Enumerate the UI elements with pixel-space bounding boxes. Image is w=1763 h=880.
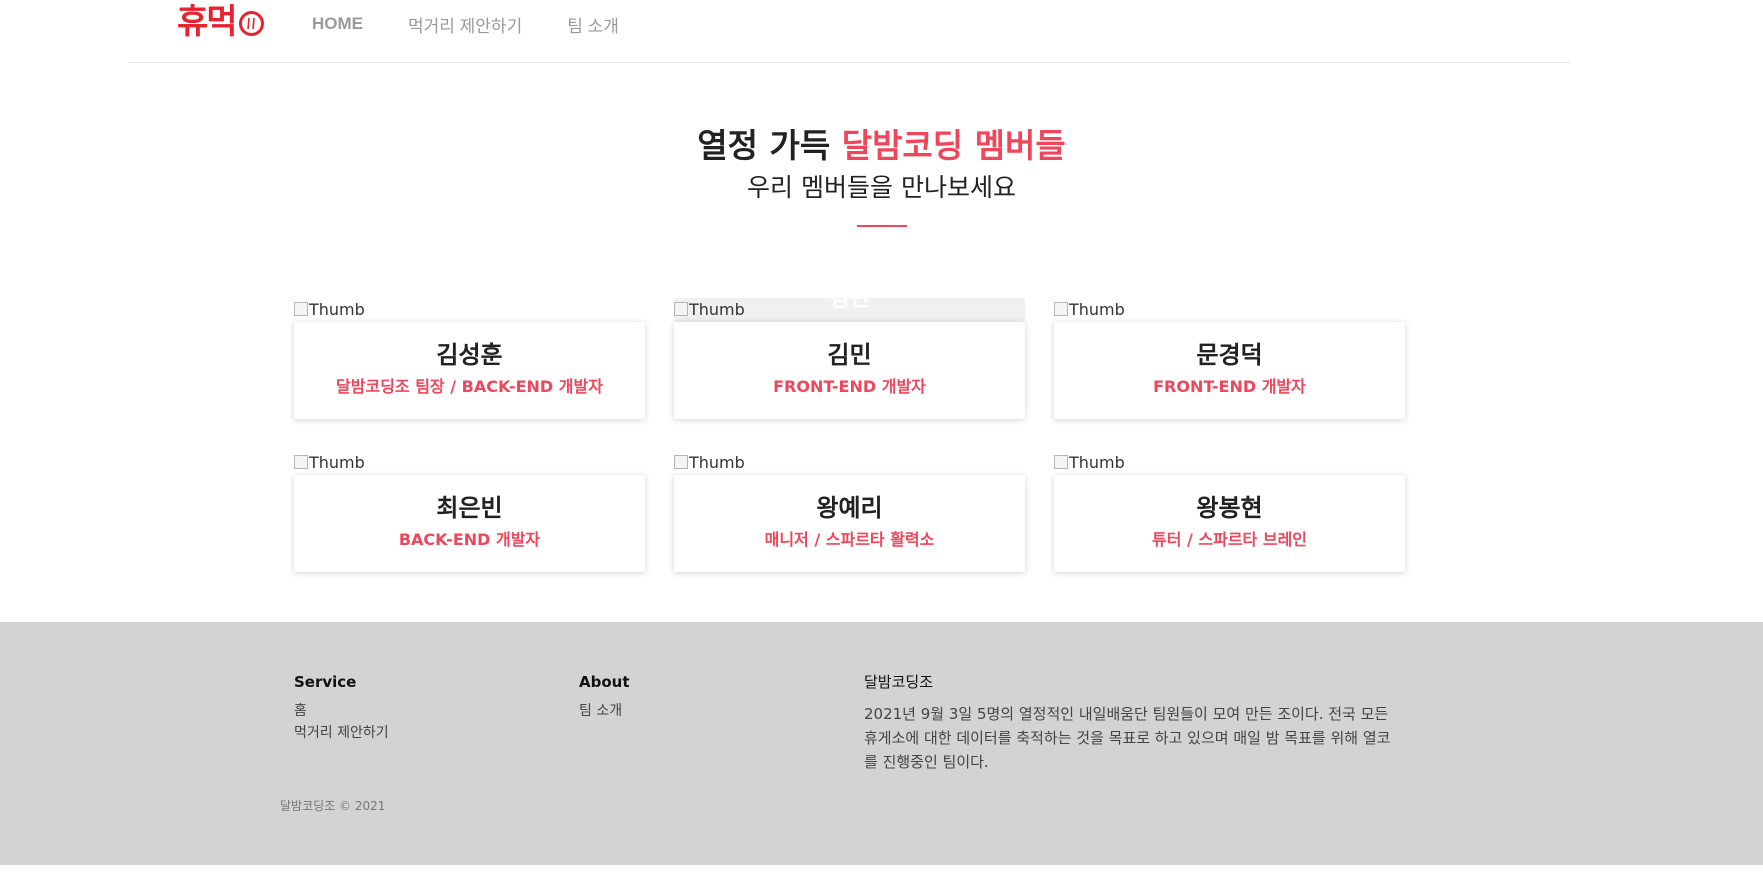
member-role: FRONT-END 개발자 — [1153, 377, 1306, 396]
member-role: 달밤코딩조 팀장 / BACK-END 개발자 — [336, 377, 603, 396]
broken-image-icon — [1054, 302, 1068, 316]
member-name: 최은빈 — [436, 494, 503, 522]
broken-image-icon — [674, 455, 688, 469]
member-role: FRONT-END 개발자 — [773, 377, 926, 396]
footer-link-suggest-food[interactable]: 먹거리 제안하기 — [294, 722, 389, 744]
member-thumb: Thumb 김민 — [674, 298, 1025, 322]
main-nav: HOME 먹거리 제안하기 팀 소개 — [312, 0, 664, 48]
footer-service-column: Service 홈 먹거리 제안하기 — [294, 672, 389, 744]
member-role: BACK-END 개발자 — [398, 530, 541, 549]
section-heading: 열정 가득 달밤코딩 멤버들 우리 멤버들을 만나보세요 — [0, 125, 1763, 227]
footer-team-title: 달밤코딩조 — [864, 673, 934, 691]
member-name: 왕봉현 — [1196, 494, 1263, 522]
footer-team-column: 달밤코딩조 2021년 9월 3일 5명의 열정적인 내일배움단 팀원들이 모여… — [864, 672, 1404, 774]
member-role: 매니저 / 스파르타 활력소 — [764, 530, 935, 549]
member-thumb: Thumb — [674, 451, 1025, 475]
member-card-body: 문경덕 FRONT-END 개발자 — [1054, 322, 1405, 419]
logo[interactable]: 휴먹 — [177, 2, 264, 42]
member-thumb: Thumb — [1054, 451, 1405, 475]
member-thumb: Thumb — [1054, 298, 1405, 322]
member-card[interactable]: Thumb 문경덕 FRONT-END 개발자 — [1054, 298, 1405, 436]
logo-text: 휴먹 — [177, 2, 238, 42]
footer-link-home[interactable]: 홈 — [294, 700, 389, 722]
nav-suggest-food[interactable]: 먹거리 제안하기 — [408, 12, 522, 37]
footer-team-description: 2021년 9월 3일 5명의 열정적인 내일배움단 팀원들이 모여 만든 조이… — [864, 705, 1391, 771]
member-thumb: Thumb — [294, 298, 645, 322]
nav-team-intro[interactable]: 팀 소개 — [567, 12, 619, 37]
title-divider — [856, 225, 907, 227]
thumb-alt: Thumb — [1069, 300, 1125, 319]
member-card[interactable]: Thumb 김성훈 달밤코딩조 팀장 / BACK-END 개발자 — [294, 298, 645, 436]
member-card-body: 최은빈 BACK-END 개발자 — [294, 475, 645, 572]
title-plain: 열정 가득 — [697, 126, 831, 165]
member-name: 김민 — [827, 341, 872, 369]
nav-home[interactable]: HOME — [312, 14, 363, 34]
fork-knife-icon — [238, 10, 264, 36]
member-card[interactable]: Thumb 김민 김민 FRONT-END 개발자 — [674, 298, 1025, 436]
member-card-body: 왕봉현 튜터 / 스파르타 브레인 — [1054, 475, 1405, 572]
thumb-alt: Thumb — [309, 300, 365, 319]
member-name: 문경덕 — [1196, 341, 1263, 369]
member-card[interactable]: Thumb 왕봉현 튜터 / 스파르타 브레인 — [1054, 451, 1405, 589]
site-footer: Service 홈 먹거리 제안하기 About 팀 소개 달밤코딩조 2021… — [0, 622, 1763, 865]
member-name: 왕예리 — [816, 494, 883, 522]
broken-image-icon — [1054, 455, 1068, 469]
broken-image-icon — [294, 302, 308, 316]
member-card[interactable]: Thumb 최은빈 BACK-END 개발자 — [294, 451, 645, 589]
member-card-body: 김민 FRONT-END 개발자 — [674, 322, 1025, 419]
member-thumb: Thumb — [294, 451, 645, 475]
site-header: 휴먹 HOME 먹거리 제안하기 팀 소개 — [128, 0, 1570, 63]
broken-image-icon — [294, 455, 308, 469]
thumb-alt: Thumb — [1069, 453, 1125, 472]
member-role: 튜터 / 스파르타 브레인 — [1151, 530, 1308, 549]
footer-about-column: About 팀 소개 — [579, 672, 630, 722]
footer-link-team-intro[interactable]: 팀 소개 — [579, 700, 630, 722]
footer-about-title: About — [579, 673, 630, 691]
thumb-alt: Thumb — [689, 453, 745, 472]
member-card[interactable]: Thumb 왕예리 매니저 / 스파르타 활력소 — [674, 451, 1025, 589]
page-subtitle: 우리 멤버들을 만나보세요 — [747, 173, 1016, 202]
thumb-alt: Thumb — [309, 453, 365, 472]
title-accent: 달밤코딩 멤버들 — [841, 126, 1066, 165]
footer-service-title: Service — [294, 673, 357, 691]
member-name: 김성훈 — [436, 341, 503, 369]
page-title: 열정 가득 달밤코딩 멤버들 — [0, 125, 1763, 167]
member-card-body: 김성훈 달밤코딩조 팀장 / BACK-END 개발자 — [294, 322, 645, 419]
member-card-body: 왕예리 매니저 / 스파르타 활력소 — [674, 475, 1025, 572]
thumb-hover-name: 김민 — [829, 298, 870, 312]
copyright: 달밤코딩조 © 2021 — [280, 799, 386, 813]
